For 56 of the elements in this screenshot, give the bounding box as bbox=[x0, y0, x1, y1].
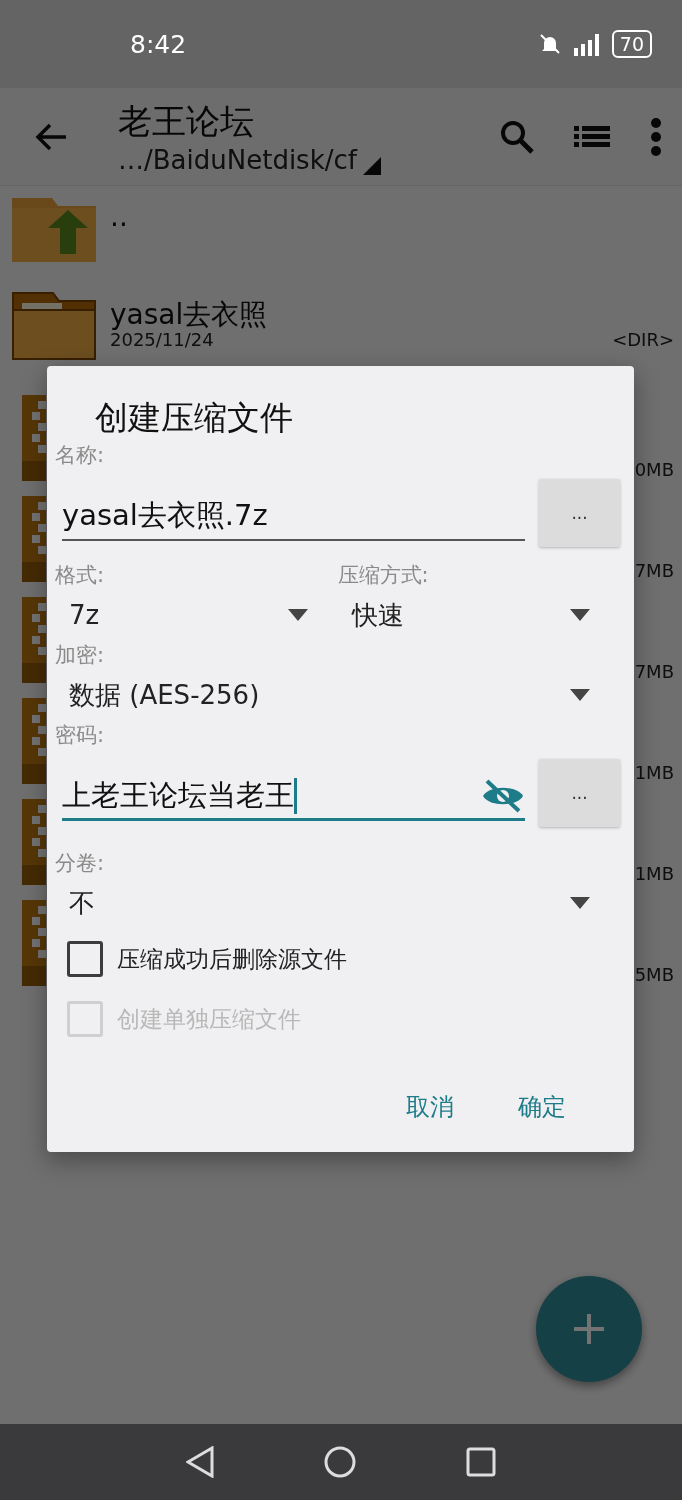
dialog-button[interactable]: 确定 bbox=[506, 1085, 578, 1129]
file-date: 2025/11/24 bbox=[110, 329, 214, 351]
name-field[interactable]: yasal去衣照.7z bbox=[62, 485, 525, 541]
home-circle-icon[interactable] bbox=[324, 1446, 356, 1478]
dropdown-caret-icon bbox=[570, 689, 590, 701]
file-size: 0MB bbox=[634, 458, 674, 480]
file-size: <DIR> bbox=[612, 329, 674, 351]
recents-square-icon[interactable] bbox=[466, 1447, 496, 1477]
password-field[interactable]: 上老王论坛当老王 bbox=[62, 765, 525, 821]
file-size: 7MB bbox=[634, 559, 674, 581]
folder-path: …/BaiduNetdisk/cf bbox=[118, 144, 357, 175]
folder-title: 老王论坛 bbox=[118, 99, 255, 143]
split-dropdown[interactable]: 不 bbox=[55, 877, 620, 929]
format-dropdown[interactable]: 7z bbox=[55, 589, 338, 641]
battery-level: 70 bbox=[611, 30, 652, 58]
archive-file-icon bbox=[22, 799, 46, 885]
archive-file-icon bbox=[22, 597, 46, 683]
field-label: 格式: bbox=[55, 562, 105, 589]
file-name: .. bbox=[110, 202, 129, 232]
plus-icon bbox=[574, 1314, 604, 1344]
back-arrow-icon[interactable] bbox=[34, 121, 68, 152]
file-size: 1MB bbox=[634, 862, 674, 884]
password-options-button[interactable]: ... bbox=[539, 759, 620, 827]
field-label: 密码: bbox=[55, 722, 105, 749]
corner-triangle-icon[interactable] bbox=[362, 156, 381, 175]
back-triangle-icon[interactable] bbox=[186, 1446, 214, 1478]
dropdown-caret-icon bbox=[570, 897, 590, 909]
file-size: 7MB bbox=[634, 660, 674, 682]
dropdown-caret-icon bbox=[287, 609, 308, 621]
encryption-dropdown[interactable]: 数据 (AES-256) bbox=[55, 669, 620, 721]
text-cursor bbox=[294, 777, 297, 814]
search-icon[interactable] bbox=[500, 119, 534, 154]
method-dropdown[interactable]: 快速 bbox=[337, 589, 620, 641]
file-size: 1MB bbox=[634, 761, 674, 783]
dropdown-caret-icon bbox=[570, 609, 590, 621]
folder-icon bbox=[12, 292, 96, 360]
file-name: yasal去衣照 bbox=[110, 300, 269, 330]
mute-bell-icon bbox=[537, 32, 562, 56]
archive-file-icon bbox=[22, 496, 46, 582]
menu-icon[interactable] bbox=[650, 116, 662, 157]
option-checkbox[interactable]: 压缩成功后删除源文件 bbox=[55, 929, 620, 989]
archive-file-icon bbox=[22, 900, 46, 986]
add-button[interactable] bbox=[536, 1276, 642, 1382]
field-label: 加密: bbox=[55, 642, 105, 669]
eye-off-icon[interactable] bbox=[481, 778, 525, 813]
field-label: 压缩方式: bbox=[337, 562, 429, 589]
field-label: 名称: bbox=[55, 442, 105, 469]
clock-time: 8:42 bbox=[130, 29, 187, 59]
archive-file-icon bbox=[22, 698, 46, 784]
list-view-icon[interactable] bbox=[574, 125, 610, 148]
dialog-button[interactable]: 取消 bbox=[394, 1085, 466, 1129]
file-size: 5MB bbox=[634, 963, 674, 985]
dialog-title: 创建压缩文件 bbox=[95, 397, 294, 439]
archive-file-icon bbox=[22, 395, 46, 481]
field-label: 分卷: bbox=[55, 850, 105, 877]
browse-button[interactable]: ... bbox=[539, 479, 620, 547]
